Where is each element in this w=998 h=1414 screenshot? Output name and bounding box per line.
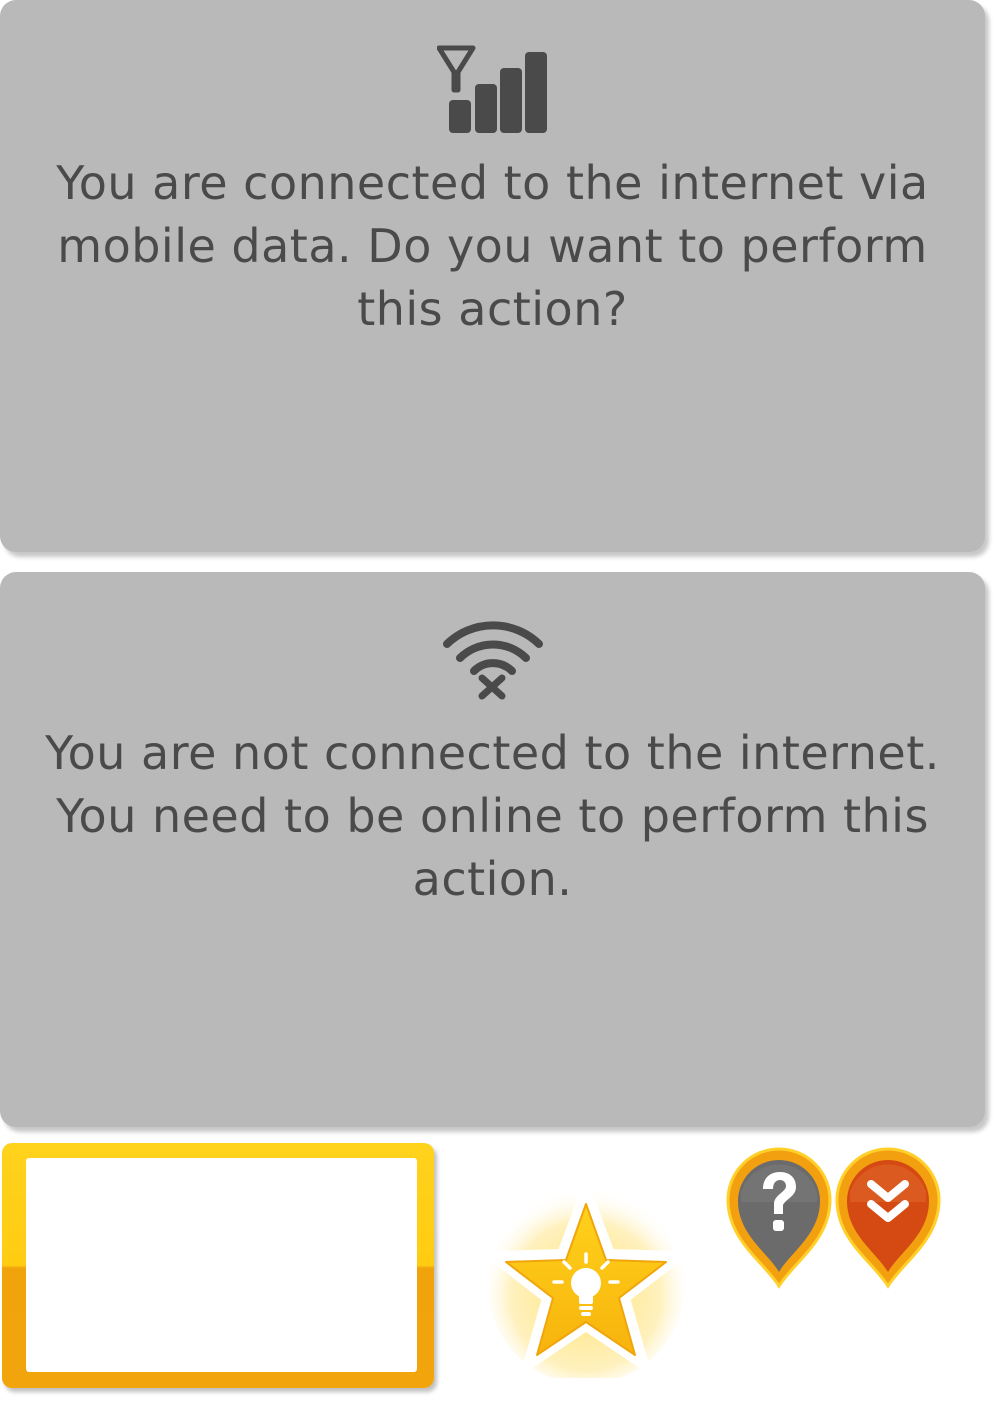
mobile-data-dialog: You are connected to the internet via mo… xyxy=(0,0,985,552)
mobile-data-message: You are connected to the internet via mo… xyxy=(56,156,929,336)
double-chevron-down-icon[interactable] xyxy=(833,1144,943,1290)
signal-bars-icon xyxy=(436,45,547,133)
lightbulb-star-icon[interactable] xyxy=(486,1182,686,1378)
blank-frame xyxy=(2,1143,434,1388)
offline-dialog: You are not connected to the internet. Y… xyxy=(0,572,985,1127)
sprite-sheet: You are connected to the internet via mo… xyxy=(0,0,998,1414)
question-mark-icon[interactable] xyxy=(724,1144,834,1290)
wifi-off-icon xyxy=(442,621,543,700)
frame-content-area xyxy=(26,1158,417,1372)
offline-message: You are not connected to the internet. Y… xyxy=(45,726,940,906)
